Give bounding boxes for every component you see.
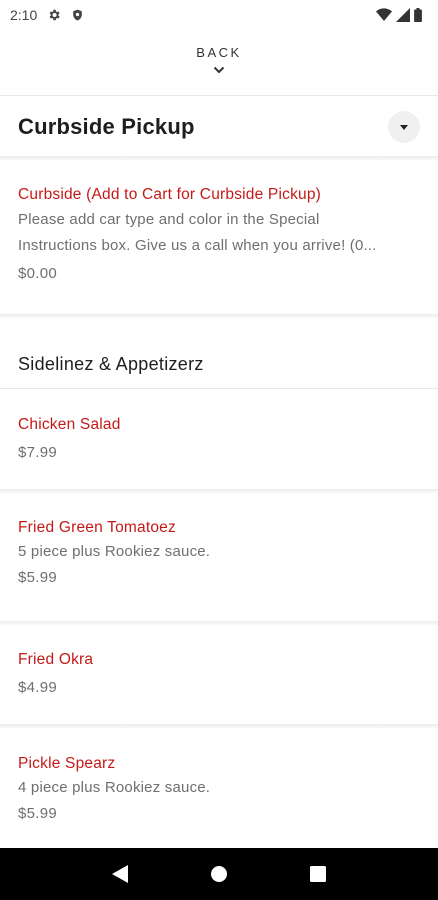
shield-icon bbox=[71, 8, 84, 22]
back-button[interactable]: BACK bbox=[0, 36, 438, 86]
status-right bbox=[376, 8, 422, 22]
battery-icon bbox=[414, 8, 422, 22]
wifi-icon bbox=[376, 8, 392, 22]
status-left: 2:10 bbox=[10, 7, 84, 23]
divider bbox=[0, 156, 438, 160]
status-bar: 2:10 bbox=[0, 0, 438, 30]
menu-item[interactable]: Chicken Salad $7.99 bbox=[0, 416, 438, 461]
item-price: $4.99 bbox=[18, 679, 58, 696]
signal-icon bbox=[396, 8, 410, 22]
page-title: Curbside Pickup bbox=[18, 114, 195, 139]
status-time: 2:10 bbox=[10, 7, 38, 23]
back-label: BACK bbox=[196, 45, 242, 60]
menu-item[interactable]: Fried Green Tomatoez 5 piece plus Rookie… bbox=[0, 519, 438, 586]
item-price: $5.99 bbox=[18, 805, 58, 822]
caret-down-icon bbox=[400, 118, 408, 136]
chevron-down-icon bbox=[213, 61, 225, 79]
home-circle-icon[interactable] bbox=[199, 854, 239, 894]
system-nav-bar bbox=[0, 848, 438, 900]
item-name: Fried Green Tomatoez bbox=[18, 519, 176, 536]
item-description-line-1: Please add car type and color in the Spe… bbox=[18, 211, 320, 228]
menu-item[interactable]: Pickle Spearz 4 piece plus Rookiez sauce… bbox=[0, 755, 438, 822]
category-title: Sidelinez & Appetizerz bbox=[18, 354, 204, 374]
menu-item[interactable]: Fried Okra $4.99 bbox=[0, 651, 438, 696]
divider bbox=[0, 95, 438, 96]
section-dropdown-button[interactable] bbox=[388, 111, 420, 143]
item-name: Pickle Spearz bbox=[18, 755, 116, 772]
item-name: Curbside (Add to Cart for Curbside Picku… bbox=[18, 186, 322, 203]
item-description-line-2: Instructions box. Give us a call when yo… bbox=[18, 237, 377, 254]
recents-square-icon[interactable] bbox=[298, 854, 338, 894]
divider bbox=[0, 621, 438, 625]
divider bbox=[0, 388, 438, 389]
menu-item-curbside[interactable]: Curbside (Add to Cart for Curbside Picku… bbox=[0, 186, 438, 282]
item-name: Chicken Salad bbox=[18, 416, 121, 433]
item-price: $7.99 bbox=[18, 444, 58, 461]
item-description: 5 piece plus Rookiez sauce. bbox=[18, 543, 211, 560]
item-price: $0.00 bbox=[18, 265, 58, 282]
divider bbox=[0, 314, 438, 318]
gear-icon bbox=[47, 8, 61, 22]
item-price: $5.99 bbox=[18, 569, 58, 586]
item-name: Fried Okra bbox=[18, 651, 94, 668]
section-header: Curbside Pickup bbox=[0, 98, 438, 156]
divider bbox=[0, 489, 438, 493]
divider bbox=[0, 724, 438, 728]
item-description: 4 piece plus Rookiez sauce. bbox=[18, 779, 211, 796]
back-triangle-icon[interactable] bbox=[100, 854, 140, 894]
